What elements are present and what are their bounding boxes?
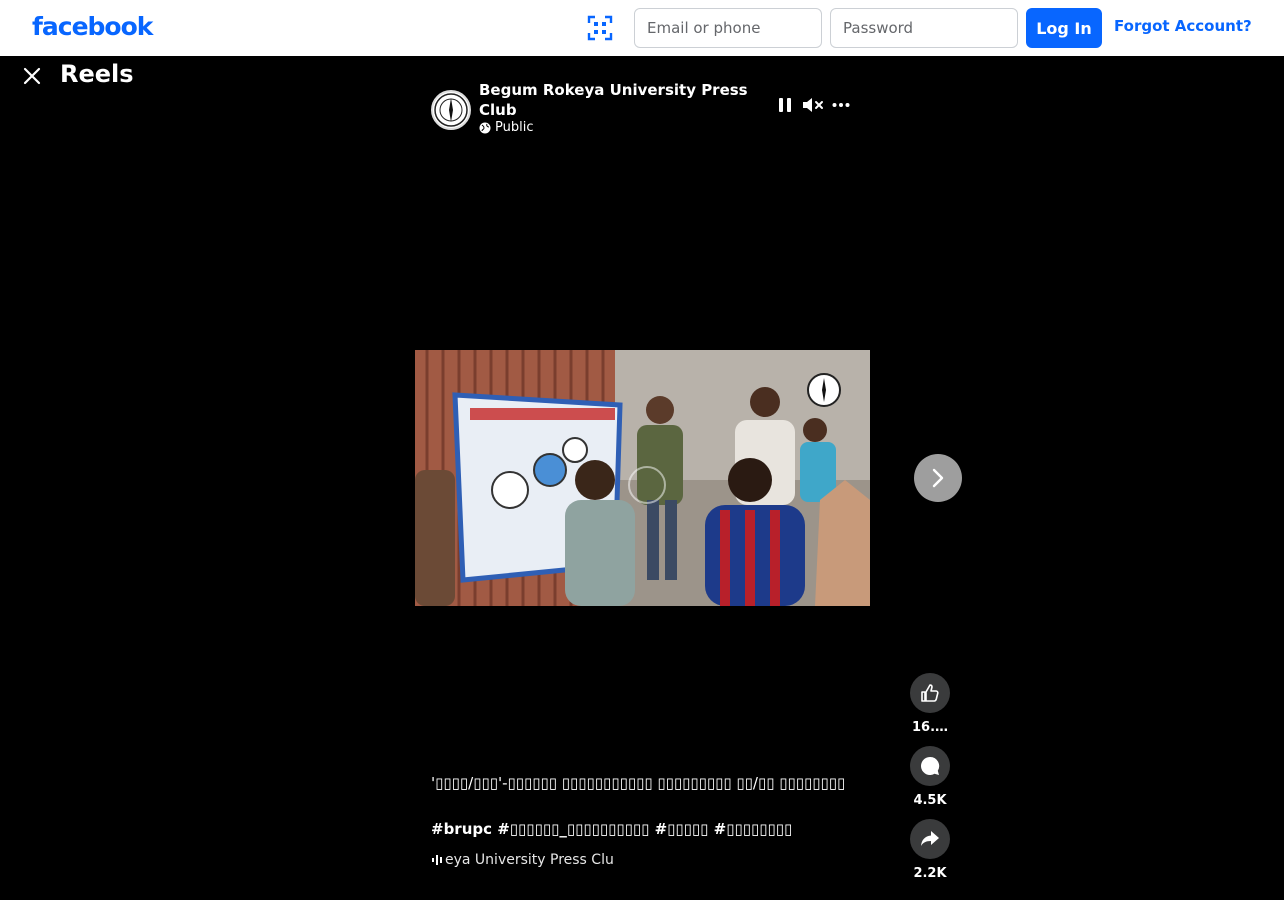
privacy-indicator: Public (479, 120, 533, 135)
page-avatar[interactable] (431, 90, 471, 130)
like-button[interactable] (910, 673, 950, 713)
audio-wave-icon (432, 855, 442, 865)
top-navigation-bar: facebook Log In Forgot Account? (0, 0, 1284, 56)
post-hashtags[interactable]: #brupc #▯▯▯▯▯▯_▯▯▯▯▯▯▯▯▯▯ #▯▯▯▯▯ #▯▯▯▯▯▯… (431, 820, 871, 838)
like-count: 16.… (911, 720, 949, 735)
mute-button[interactable] (802, 94, 824, 116)
comment-count: 4.5K (913, 793, 947, 808)
like-action[interactable]: 16.… (905, 673, 955, 735)
comment-button[interactable] (910, 746, 950, 786)
pause-icon (779, 98, 791, 112)
reels-title: Reels (60, 60, 134, 88)
facebook-logo[interactable]: facebook (32, 12, 153, 41)
video-frame (415, 350, 870, 606)
close-icon (23, 67, 41, 85)
reel-video[interactable] (415, 350, 870, 606)
share-action[interactable]: 2.2K (905, 819, 955, 881)
thumbs-up-icon (921, 684, 939, 702)
share-button[interactable] (910, 819, 950, 859)
share-count: 2.2K (913, 866, 947, 881)
page-name[interactable]: Begum Rokeya University Press Club (479, 80, 759, 120)
share-icon (921, 831, 939, 846)
muted-speaker-icon (803, 98, 823, 112)
qr-scan-icon[interactable] (587, 15, 613, 41)
audio-attribution[interactable]: eya University Press Clu (431, 852, 641, 868)
pause-button[interactable] (774, 94, 796, 116)
password-field[interactable] (830, 8, 1018, 48)
next-reel-button[interactable] (914, 454, 962, 502)
close-button[interactable] (20, 64, 44, 88)
post-caption: '▯▯▯▯/▯▯▯'-▯▯▯▯▯▯ ▯▯▯▯▯▯▯▯▯▯▯ ▯▯▯▯▯▯▯▯▯ … (431, 774, 846, 792)
comment-icon (921, 756, 940, 775)
more-options-button[interactable] (830, 94, 852, 116)
comment-action[interactable]: 4.5K (905, 746, 955, 808)
forgot-account-link[interactable]: Forgot Account? (1114, 17, 1252, 35)
more-icon (832, 103, 850, 107)
audio-label: eya University Press Clu (445, 852, 614, 868)
globe-icon (479, 122, 491, 133)
privacy-label: Public (495, 120, 534, 135)
login-button[interactable]: Log In (1026, 8, 1102, 48)
email-field[interactable] (634, 8, 822, 48)
chevron-right-icon (932, 468, 944, 488)
